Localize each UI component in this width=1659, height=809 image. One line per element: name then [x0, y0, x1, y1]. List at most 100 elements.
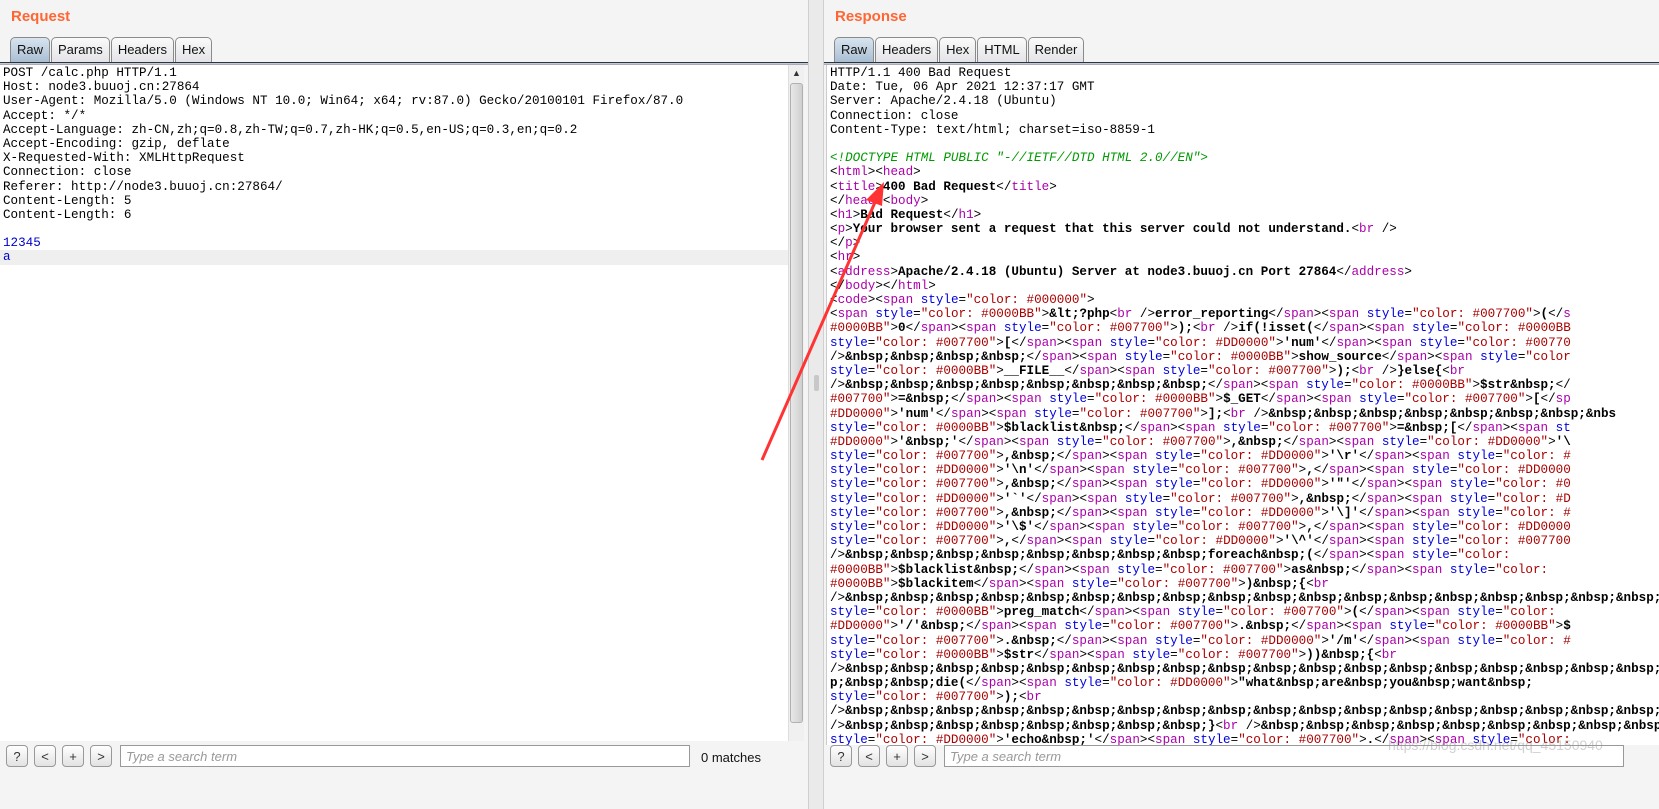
code-token: </ — [1034, 463, 1050, 478]
next-match-button[interactable]: > — [914, 745, 936, 767]
tab-html[interactable]: HTML — [977, 37, 1027, 62]
code-token: span — [1079, 562, 1110, 577]
request-scrollbar[interactable]: ▲ — [788, 65, 804, 741]
next-match-button[interactable]: > — [90, 745, 112, 767]
scroll-thumb[interactable] — [790, 83, 803, 723]
request-tabs: Raw Params Headers Hex — [10, 37, 213, 62]
code-token: > — [852, 236, 861, 251]
code-token: < — [1018, 690, 1027, 705]
code-token: span — [1419, 605, 1450, 620]
code-token: < — [830, 179, 838, 194]
code-token: = — [1102, 676, 1110, 691]
code-token: = — [958, 293, 967, 307]
tab-headers[interactable]: Headers — [875, 37, 939, 62]
code-token: span — [966, 321, 997, 336]
code-token: "color: #007700" — [1109, 619, 1231, 634]
code-token: head — [882, 165, 914, 180]
code-token: 'echo&nbsp;' — [1003, 732, 1095, 745]
previous-match-button[interactable]: < — [858, 745, 880, 767]
code-token: >< — [1079, 647, 1095, 662]
code-line: <title>400 Bad Request</title> — [830, 180, 1659, 194]
code-token: "color: #0000BB" — [1170, 349, 1292, 364]
previous-match-button[interactable]: < — [34, 745, 56, 767]
request-search-bar: ? < + > Type a search term 0 matches — [0, 745, 761, 775]
code-token: "color: #DD0000" — [1200, 449, 1322, 464]
code-token: Bad Request — [860, 207, 944, 222]
code-token: "color: #D — [1495, 491, 1571, 506]
code-token: #DD0000" — [830, 406, 891, 421]
scroll-up-arrow-icon[interactable]: ▲ — [789, 65, 804, 81]
code-token: ,&nbsp; — [1230, 434, 1284, 449]
code-token: span — [950, 406, 982, 421]
code-token: </ — [1207, 378, 1224, 393]
code-token: > — [890, 619, 899, 634]
code-token: </ — [1094, 732, 1110, 745]
code-token: >< — [1328, 434, 1345, 449]
code-token: > — [913, 165, 921, 180]
request-editor[interactable]: POST /calc.php HTTP/1.1 Host: node3.buuoj… — [0, 65, 788, 741]
code-token: span — [1283, 307, 1314, 322]
code-token: &lt;?php — [1049, 307, 1110, 322]
code-token: 0 — [898, 321, 906, 336]
code-token: > — [973, 207, 982, 222]
code-token: < — [830, 207, 838, 222]
tab-hex[interactable]: Hex — [939, 37, 977, 62]
tab-raw[interactable]: Raw — [10, 37, 51, 62]
code-token: = — [1102, 619, 1110, 634]
code-line: style="color: #0000BB">__FILE__</span><s… — [830, 364, 1659, 378]
code-token: style — [1457, 505, 1496, 520]
code-token: "color: #0000BB" — [875, 420, 997, 435]
code-token: > — [1283, 562, 1292, 577]
code-token: < — [830, 307, 838, 322]
request-search-input[interactable]: Type a search term — [120, 745, 690, 767]
code-token: "color: #DD0000 — [1457, 463, 1571, 478]
code-token: style — [1132, 463, 1171, 478]
tab-raw[interactable]: Raw — [834, 37, 875, 62]
code-token: "color: #0000BB" — [1351, 378, 1473, 393]
code-token: > — [1170, 321, 1178, 336]
tab-render[interactable]: Render — [1027, 37, 1085, 62]
divider-grip[interactable] — [814, 375, 819, 391]
code-token: style — [1480, 349, 1518, 364]
code-token: /> — [830, 349, 846, 364]
add-button[interactable]: + — [62, 745, 84, 767]
code-token: p;&nbsp;&nbsp;die( — [830, 676, 967, 691]
code-token: br — [1313, 576, 1329, 591]
response-tabs: Raw Headers Hex HTML Render — [834, 37, 1085, 62]
header-line: Accept: */* — [3, 108, 87, 123]
tab-headers[interactable]: Headers — [110, 37, 174, 62]
help-button[interactable]: ? — [830, 745, 852, 767]
code-token: span — [1034, 562, 1065, 577]
code-token: </ — [1056, 505, 1072, 520]
code-token: > — [996, 732, 1004, 745]
code-token: style — [1132, 647, 1171, 662]
code-token: "color: #007700" — [1238, 732, 1360, 745]
response-editor[interactable]: HTTP/1.1 400 Bad Request Date: Tue, 06 Ap… — [826, 65, 1659, 745]
code-token: style — [1049, 392, 1088, 407]
code-token: "color: #DD0000" — [1200, 505, 1322, 520]
code-token: $ — [1563, 619, 1571, 634]
code-token: "color: #0000BB" — [920, 307, 1042, 322]
code-token: ( — [1540, 307, 1549, 322]
split-pane-divider[interactable] — [808, 0, 824, 809]
code-token: >< — [1079, 463, 1095, 478]
tab-params[interactable]: Params — [51, 37, 110, 62]
code-token: style — [1457, 449, 1496, 464]
code-line: <p>Your browser sent a request that this… — [830, 222, 1659, 236]
code-line: />&nbsp;&nbsp;&nbsp;&nbsp;&nbsp;&nbsp;&n… — [830, 719, 1659, 733]
code-token: span — [1026, 534, 1057, 549]
tab-hex[interactable]: Hex — [174, 37, 213, 62]
help-button[interactable]: ? — [6, 745, 28, 767]
code-token: "color: #DD0000" — [875, 463, 997, 478]
code-token: span — [988, 576, 1019, 591]
add-button[interactable]: + — [886, 745, 908, 767]
code-token: span — [1117, 449, 1148, 464]
code-token: </ — [1313, 520, 1329, 534]
code-token: span — [1275, 392, 1307, 407]
code-line: #0000BB">$blackitem</span><span style="c… — [830, 577, 1659, 591]
code-token: >< — [1359, 520, 1375, 534]
